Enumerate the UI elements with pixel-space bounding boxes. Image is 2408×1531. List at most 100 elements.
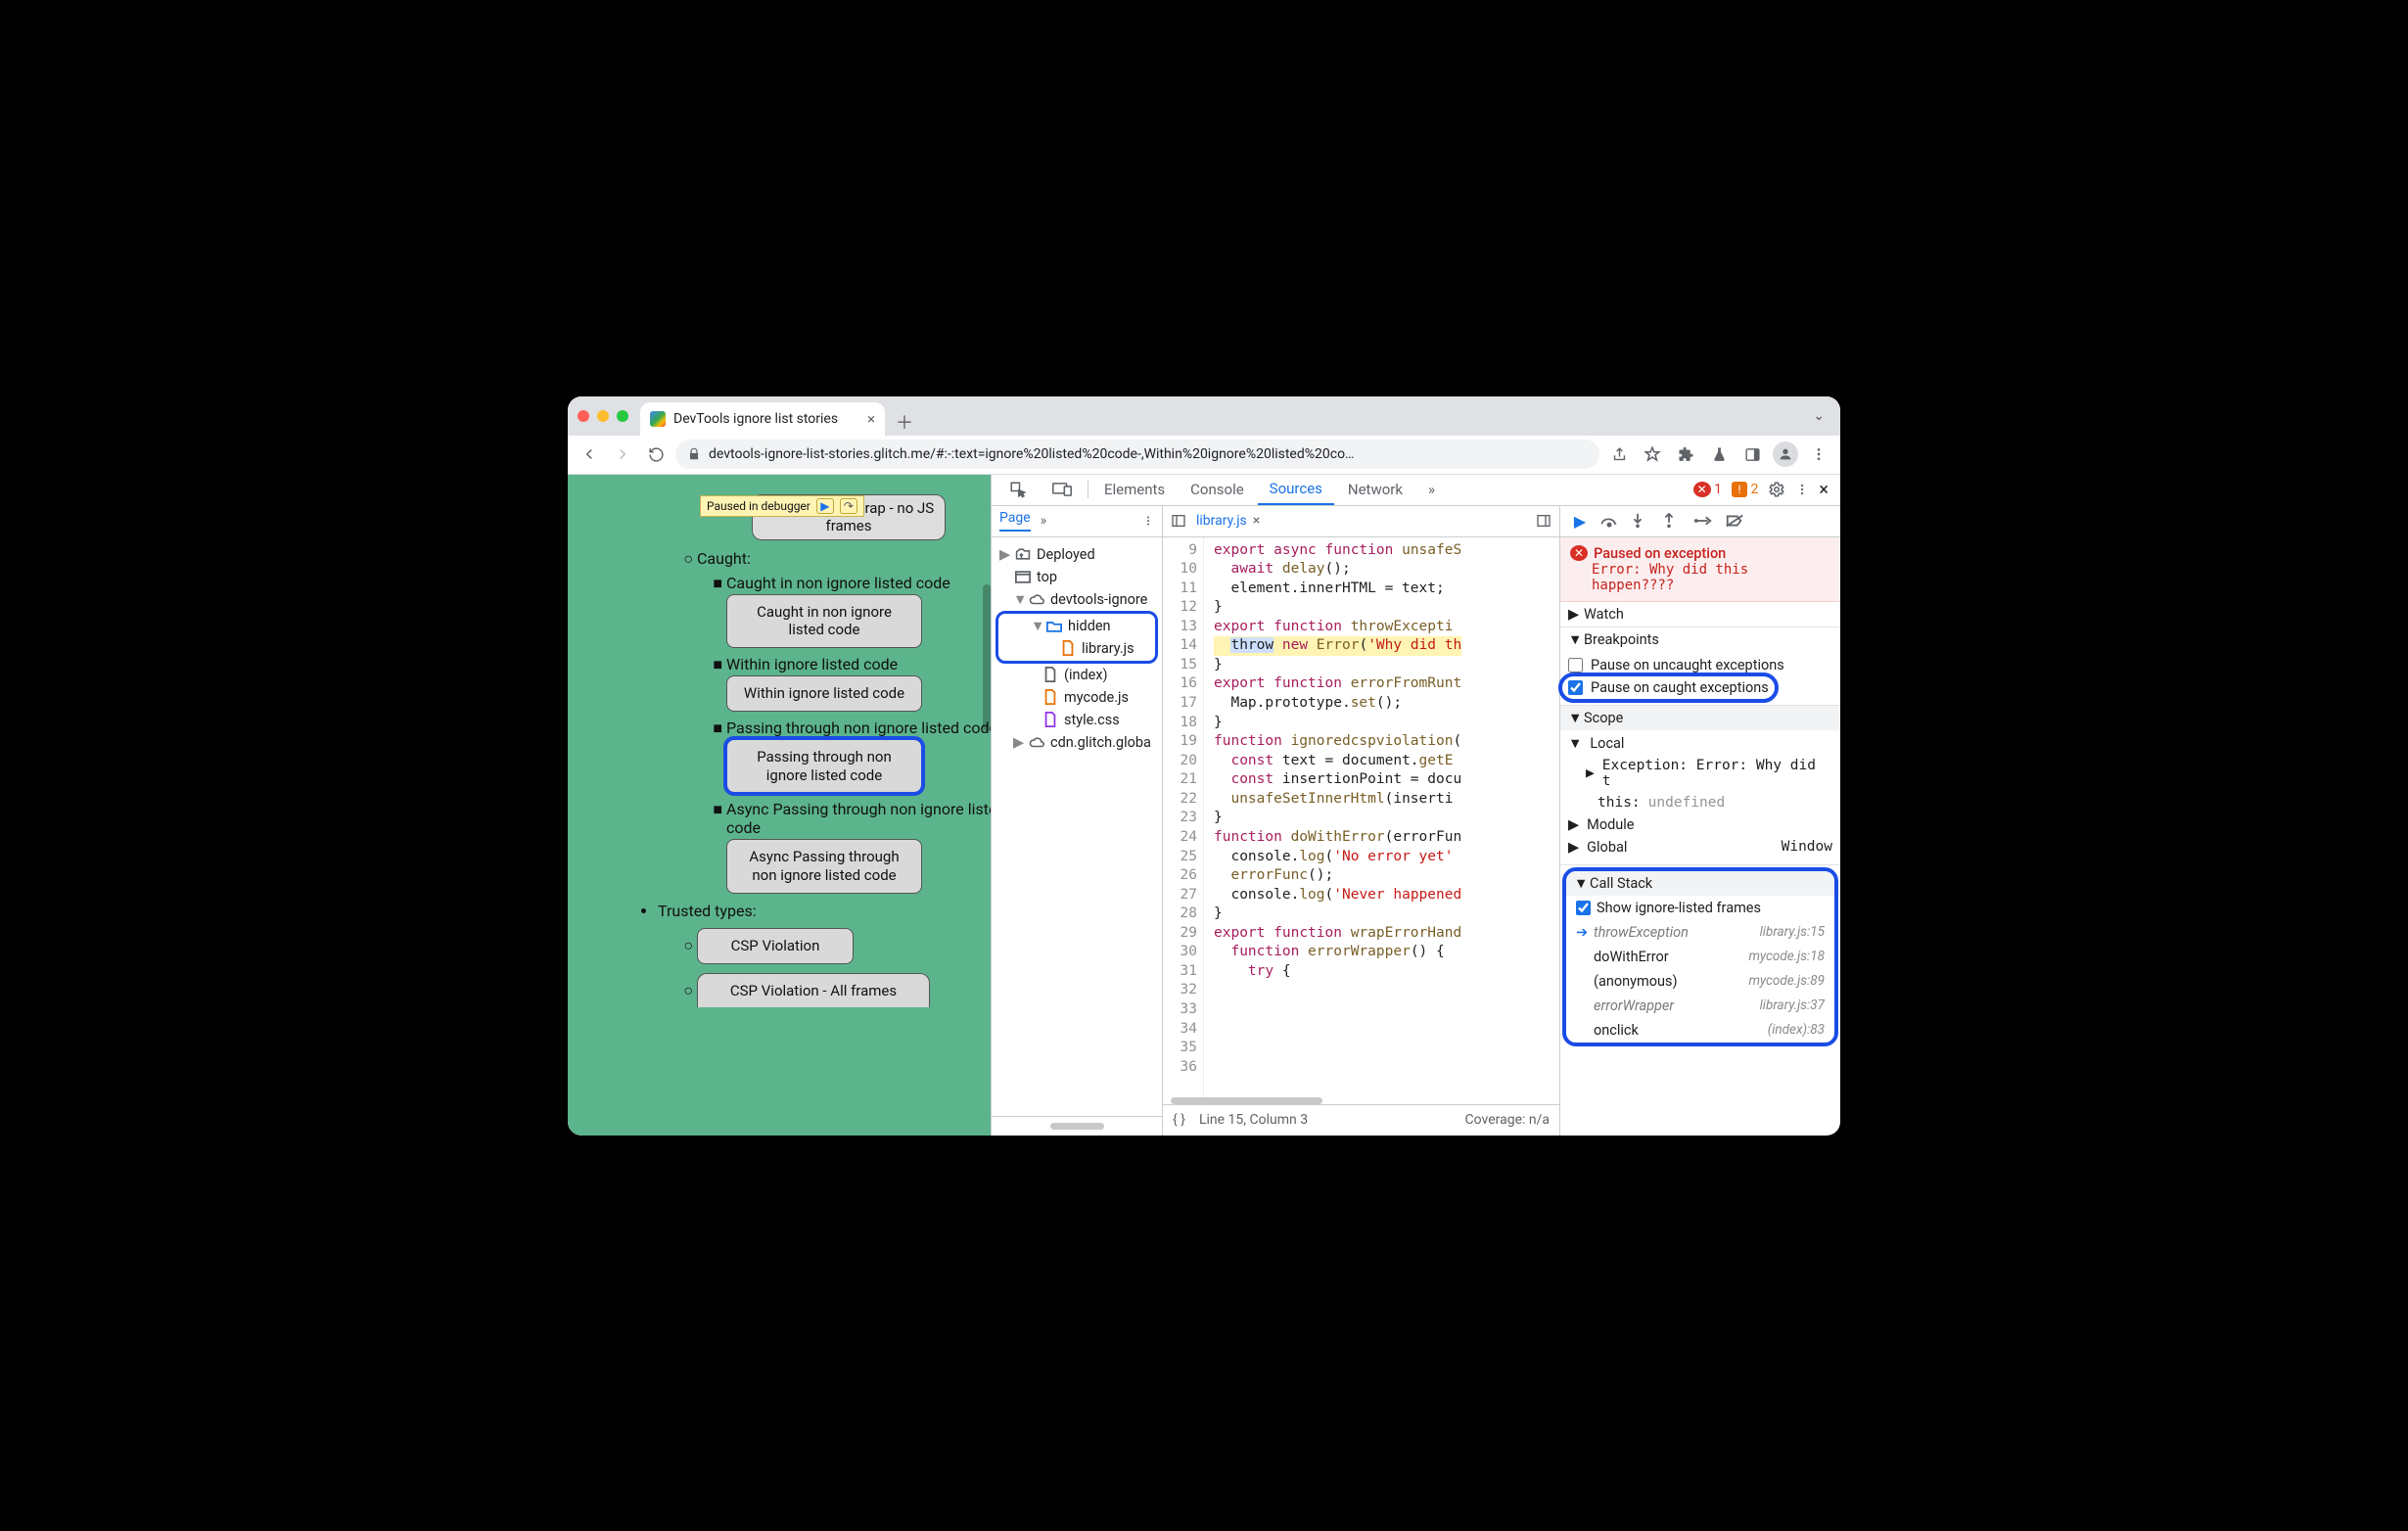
url-text: devtools-ignore-list-stories.glitch.me/#… <box>709 446 1354 462</box>
tree-item-label: style.css <box>1064 712 1120 728</box>
breakpoints-section-header[interactable]: ▼Breakpoints <box>1560 627 1840 652</box>
devtools-tab-elements[interactable]: Elements <box>1092 475 1177 504</box>
pause-uncaught-checkbox[interactable]: Pause on uncaught exceptions <box>1568 654 1832 676</box>
page-button[interactable]: Caught in non ignore listed code <box>726 594 922 649</box>
tree-item[interactable]: ▶cdn.glitch.globa <box>996 731 1158 754</box>
editor-status-bar: { } Line 15, Column 3 Coverage: n/a <box>1163 1104 1559 1136</box>
page-button[interactable]: CSP Violation <box>697 928 854 964</box>
tree-item[interactable]: style.css <box>996 709 1158 731</box>
file-js-icon <box>1060 640 1076 656</box>
toggle-navigator-icon[interactable] <box>1171 513 1186 529</box>
scope-module[interactable]: ▶Module <box>1568 813 1832 836</box>
list-item: Caught in non ignore listed code Caught … <box>726 574 991 651</box>
page-button[interactable]: Passing through non ignore listed code <box>726 739 922 794</box>
page-button[interactable]: Async Passing through non ignore listed … <box>726 839 922 894</box>
call-stack-frame[interactable]: doWithErrormycode.js:18 <box>1566 945 1834 969</box>
close-editor-tab-icon[interactable]: × <box>1253 513 1260 529</box>
share-icon[interactable] <box>1605 441 1633 468</box>
debugger-resume-icon[interactable]: ▶ <box>816 498 834 514</box>
tree-item[interactable]: top <box>996 566 1158 588</box>
navigator-tab-page[interactable]: Page <box>999 510 1031 532</box>
pause-caught-checkbox[interactable]: Pause on caught exceptions <box>1568 676 1769 699</box>
step-out-icon[interactable] <box>1662 513 1686 529</box>
tree-item[interactable]: ▼hidden <box>999 615 1154 637</box>
tree-item-label: cdn.glitch.globa <box>1050 734 1151 751</box>
scope-global[interactable]: ▶GlobalWindow <box>1568 836 1832 858</box>
extensions-icon[interactable] <box>1672 441 1699 468</box>
call-stack-frame[interactable]: ➔throwExceptionlibrary.js:15 <box>1566 920 1834 945</box>
debugger-step-over-icon[interactable]: ↷ <box>840 498 857 514</box>
call-stack-frame[interactable]: errorWrapperlibrary.js:37 <box>1566 994 1834 1018</box>
minimize-window-button[interactable] <box>597 410 609 422</box>
source-lines: export async function unsafeS await dela… <box>1204 537 1559 1104</box>
tree-item-label: top <box>1037 569 1057 585</box>
errors-badge[interactable]: ✕ 1 <box>1693 482 1722 497</box>
watch-section-header[interactable]: ▶Watch <box>1560 602 1840 626</box>
close-tab-icon[interactable]: × <box>867 410 875 428</box>
lock-icon <box>687 447 701 461</box>
scope-section-header[interactable]: ▼Scope <box>1560 706 1840 730</box>
inspect-icon[interactable] <box>997 475 1039 504</box>
page-heading: Trusted types: CSP Violation CSP Violati… <box>658 902 991 1010</box>
cloud-icon <box>1029 734 1044 750</box>
page-scrollbar-thumb[interactable] <box>983 584 991 731</box>
debugger-paused-label: Paused in debugger <box>707 499 810 513</box>
show-ignored-frames-checkbox[interactable]: Show ignore-listed frames <box>1566 896 1834 920</box>
code-area[interactable]: 9101112131415161718192021222324252627282… <box>1163 537 1559 1104</box>
devtools-tab-network[interactable]: Network <box>1336 475 1414 504</box>
tree-item[interactable]: mycode.js <box>996 686 1158 709</box>
step-into-icon[interactable] <box>1631 513 1654 529</box>
editor-scrollbar-thumb[interactable] <box>1171 1097 1322 1104</box>
more-navigator-tabs-icon[interactable]: » <box>1041 513 1047 529</box>
devtools-tab-sources[interactable]: Sources <box>1258 474 1334 505</box>
scope-local[interactable]: ▼Local <box>1568 732 1832 755</box>
step-icon[interactable] <box>1693 514 1717 528</box>
navigator-scrollbar[interactable] <box>992 1116 1162 1136</box>
step-over-icon[interactable] <box>1599 513 1623 529</box>
omnibox[interactable]: devtools-ignore-list-stories.glitch.me/#… <box>675 440 1599 469</box>
devtools-close-icon[interactable]: × <box>1819 480 1829 500</box>
side-panel-icon[interactable] <box>1738 441 1766 468</box>
frame-icon <box>1015 569 1031 584</box>
tree-item[interactable]: ▶Deployed <box>996 543 1158 566</box>
tree-item[interactable]: (index) <box>996 664 1158 686</box>
editor-tab[interactable]: library.js × <box>1196 513 1260 529</box>
reload-button[interactable] <box>642 441 670 468</box>
browser-tab[interactable]: DevTools ignore list stories × <box>640 402 885 436</box>
content-row: Paused in debugger ▶ ↷ WebAssembly trap … <box>568 475 1840 1136</box>
chrome-menu-icon[interactable] <box>1805 441 1832 468</box>
error-icon: ✕ <box>1570 545 1588 561</box>
back-button[interactable] <box>576 441 603 468</box>
bookmark-star-icon[interactable] <box>1639 441 1666 468</box>
scope-exception[interactable]: ▶Exception: Error: Why did t <box>1568 755 1832 792</box>
call-stack-frame[interactable]: (anonymous)mycode.js:89 <box>1566 969 1834 994</box>
line-gutter: 9101112131415161718192021222324252627282… <box>1163 537 1204 1104</box>
call-stack-header[interactable]: ▼Call Stack <box>1566 871 1834 896</box>
devtools-tab-console[interactable]: Console <box>1179 475 1256 504</box>
close-window-button[interactable] <box>578 410 589 422</box>
device-toggle-icon[interactable] <box>1041 476 1084 503</box>
forward-button[interactable] <box>609 441 636 468</box>
tree-item[interactable]: ▼devtools-ignore <box>996 588 1158 611</box>
more-tabs-icon[interactable]: » <box>1416 475 1447 504</box>
cloud-icon <box>1029 591 1044 607</box>
profile-avatar[interactable] <box>1772 441 1799 468</box>
tabs-menu-icon[interactable]: ⌄ <box>1813 408 1825 424</box>
page-button[interactable]: CSP Violation - All frames <box>697 973 930 1008</box>
tree-item[interactable]: library.js <box>999 637 1154 660</box>
fullscreen-window-button[interactable] <box>617 410 628 422</box>
deactivate-breakpoints-icon[interactable] <box>1725 513 1748 529</box>
labs-icon[interactable] <box>1705 441 1733 468</box>
format-code-icon[interactable]: { } <box>1173 1112 1185 1128</box>
settings-gear-icon[interactable] <box>1768 481 1785 498</box>
list-item: Passing through non ignore listed code P… <box>726 719 991 796</box>
page-button[interactable]: Within ignore listed code <box>726 675 922 712</box>
file-tree[interactable]: ▶Deployed top ▼devtools-ignore ▼hiddenlibra… <box>992 537 1162 1116</box>
toggle-debugger-icon[interactable] <box>1536 513 1551 529</box>
call-stack-frame[interactable]: onclick(index):83 <box>1566 1018 1834 1043</box>
new-tab-button[interactable]: ＋ <box>891 408 918 436</box>
devtools-menu-icon[interactable] <box>1795 483 1809 496</box>
resume-icon[interactable]: ▶ <box>1568 512 1592 531</box>
navigator-menu-icon[interactable] <box>1142 515 1154 527</box>
warnings-badge[interactable]: ! 2 <box>1732 482 1758 497</box>
